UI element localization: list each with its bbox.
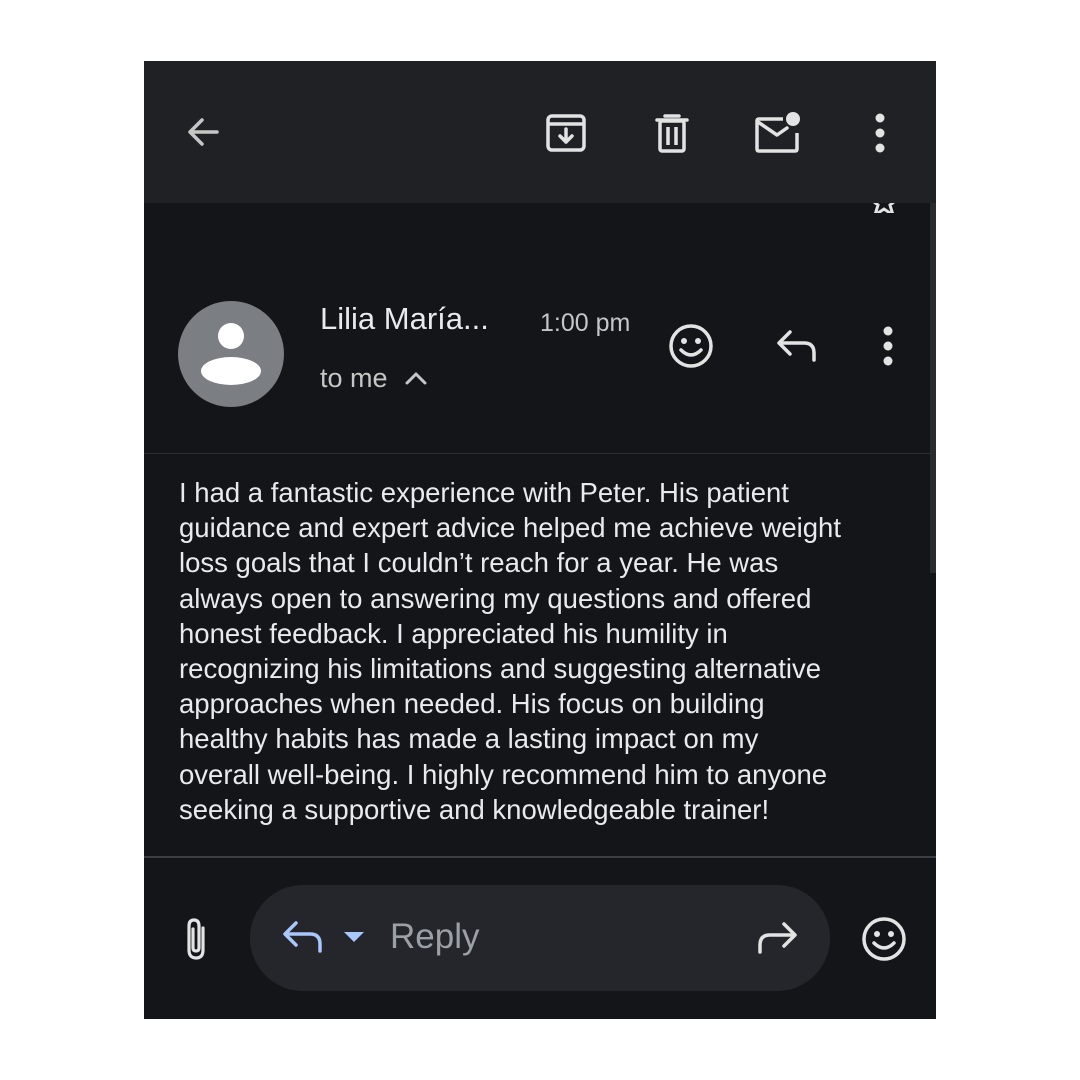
archive-button[interactable] bbox=[540, 107, 592, 159]
more-vert-icon bbox=[875, 113, 885, 153]
email-view: Lilia María... 1:00 pm to me I had a fan… bbox=[144, 61, 936, 1019]
reply-icon bbox=[283, 921, 322, 953]
more-options-button[interactable] bbox=[860, 107, 900, 159]
recipient-details-toggle[interactable]: to me bbox=[320, 363, 428, 394]
back-button[interactable] bbox=[178, 107, 228, 157]
star-icon[interactable] bbox=[866, 203, 902, 213]
scrollbar[interactable] bbox=[930, 203, 936, 573]
paperclip-icon bbox=[187, 918, 205, 960]
chevron-up-icon bbox=[405, 372, 427, 384]
reply-button[interactable] bbox=[770, 321, 824, 371]
avatar[interactable] bbox=[178, 301, 284, 407]
trash-icon bbox=[655, 114, 689, 153]
attach-button[interactable] bbox=[174, 911, 218, 967]
message-body: I had a fantastic experience with Peter.… bbox=[179, 477, 841, 825]
emoji-icon bbox=[669, 324, 713, 368]
recipient-label: to me bbox=[320, 363, 388, 393]
person-icon bbox=[201, 323, 261, 385]
mail-unread-icon bbox=[755, 112, 800, 153]
reply-placeholder[interactable]: Reply bbox=[390, 917, 479, 957]
mark-unread-button[interactable] bbox=[750, 105, 806, 161]
divider bbox=[144, 453, 936, 454]
top-toolbar bbox=[144, 61, 936, 203]
forward-button[interactable] bbox=[750, 915, 804, 961]
sent-time: 1:00 pm bbox=[540, 309, 631, 337]
reply-mode-button[interactable] bbox=[278, 913, 328, 961]
more-vert-icon bbox=[883, 326, 893, 366]
emoji-button[interactable] bbox=[856, 911, 912, 967]
reply-mode-dropdown[interactable] bbox=[340, 925, 368, 949]
react-button[interactable] bbox=[662, 317, 720, 375]
reply-field[interactable] bbox=[250, 885, 830, 991]
forward-icon bbox=[758, 922, 797, 954]
caret-down-icon bbox=[344, 932, 364, 942]
emoji-icon bbox=[862, 917, 906, 961]
reply-icon bbox=[777, 330, 816, 362]
message-more-button[interactable] bbox=[870, 321, 906, 371]
delete-button[interactable] bbox=[646, 107, 698, 159]
sender-name[interactable]: Lilia María... bbox=[320, 301, 489, 337]
archive-icon bbox=[546, 114, 586, 152]
arrow-left-icon bbox=[188, 118, 219, 146]
